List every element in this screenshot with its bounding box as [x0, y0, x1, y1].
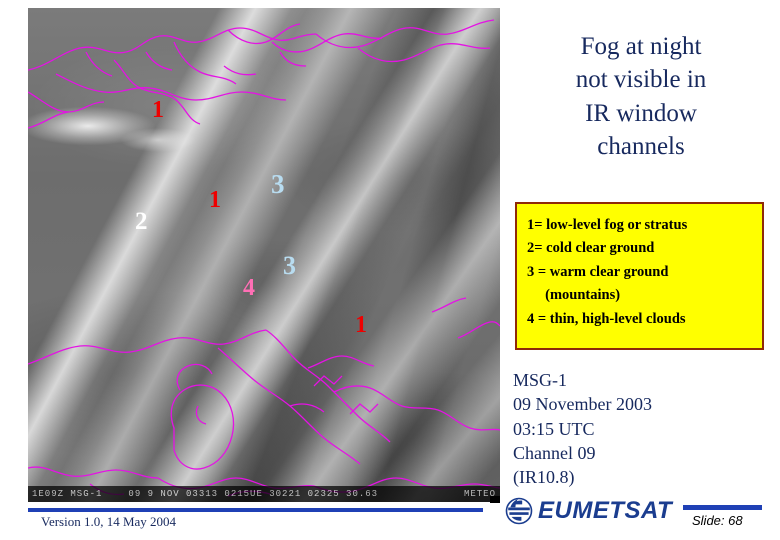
title-line-4: channels: [597, 132, 685, 160]
title-line-3: IR window: [585, 99, 697, 127]
metadata-channel: Channel 09: [513, 442, 596, 463]
eumetsat-globe-icon: [505, 497, 533, 525]
metadata-band: (IR10.8): [513, 467, 575, 488]
image-metadata: MSG-1 09 November 2003 03:15 UTC Channel…: [513, 368, 652, 489]
footer-divider-right: [683, 505, 762, 510]
title-line-2: not visible in: [575, 66, 707, 94]
legend-box: 1= low-level fog or stratus 2= cold clea…: [515, 202, 764, 350]
slide-number: Slide: 68: [692, 513, 743, 528]
image-annotation-4: 4: [243, 275, 255, 301]
image-annotation-1c: 1: [355, 312, 367, 338]
legend-item-3-cont: (mountains): [527, 287, 621, 304]
legend-item-4: 4 = thin, high-level clouds: [527, 310, 686, 327]
satellite-data-strip: 1E09Z MSG-1 09 9 NOV 03313 0215UE 30221 …: [28, 486, 500, 502]
footer-marker: [490, 496, 500, 503]
image-annotation-1b: 1: [209, 187, 221, 213]
footer-divider-left: [28, 508, 483, 512]
legend-item-2: 2= cold clear ground: [527, 240, 655, 257]
eumetsat-logo: EUMETSAT: [505, 497, 672, 525]
image-annotation-2: 2: [135, 208, 148, 235]
strip-left-text: 1E09Z MSG-1: [32, 489, 103, 499]
coastline-overlay: [28, 19, 500, 497]
eumetsat-wordmark: EUMETSAT: [538, 497, 673, 524]
metadata-satellite: MSG-1: [513, 370, 568, 390]
metadata-time: 03:15 UTC: [513, 418, 595, 439]
image-annotation-3b: 3: [283, 251, 296, 280]
version-text: Version 1.0, 14 May 2004: [41, 514, 177, 529]
legend-item-3: 3 = warm clear ground: [527, 263, 669, 280]
title-line-1: Fog at night: [580, 33, 702, 60]
strip-middle-text: 09 9 NOV 03313 0215UE 30221 02325 30.63: [128, 489, 379, 499]
slide-title: Fog at night not visible in IR window ch…: [512, 30, 770, 163]
legend-item-1: 1= low-level fog or stratus: [527, 217, 688, 233]
satellite-image-panel: 1 2 1 3 3 4 1 1E09Z MSG-1 09 9 NOV 03313…: [28, 8, 500, 502]
metadata-date: 09 November 2003: [513, 394, 652, 415]
image-annotation-3a: 3: [271, 169, 285, 199]
image-annotation-1a: 1: [152, 97, 164, 123]
